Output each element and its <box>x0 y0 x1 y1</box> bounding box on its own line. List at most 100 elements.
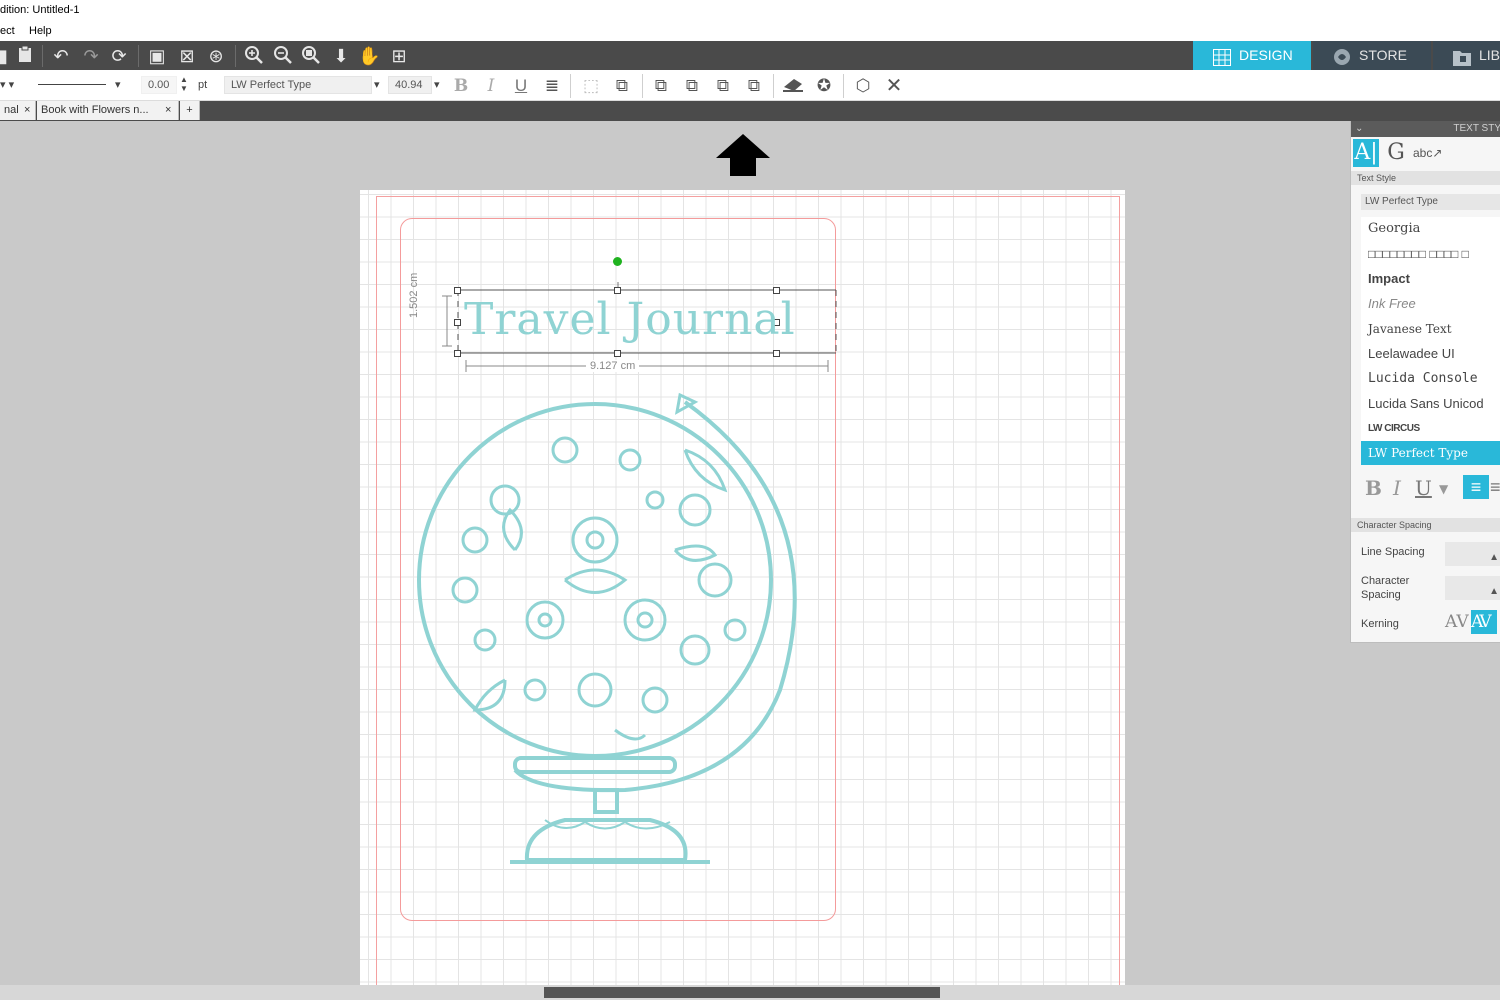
tab-design[interactable]: DESIGN <box>1193 41 1311 70</box>
font-name-field[interactable]: LW Perfect Type <box>224 76 372 94</box>
align-center-icon[interactable]: ≡ <box>1490 475 1500 499</box>
align-left-icon[interactable]: ≡ <box>1463 475 1489 499</box>
font-item-impact[interactable]: Impact <box>1361 267 1500 291</box>
eraser-icon[interactable] <box>782 75 804 97</box>
resize-handle-top[interactable] <box>614 287 621 294</box>
send-to-back-icon[interactable]: ⧉ <box>743 75 765 97</box>
line-style-chevron-down-icon[interactable]: ▾ <box>115 78 121 91</box>
resize-handle-bottom-right[interactable] <box>773 350 780 357</box>
line-style-preview[interactable] <box>38 84 106 85</box>
star-shape-icon[interactable]: ✪ <box>813 75 835 97</box>
stepper-up-icon[interactable]: ▲ <box>1489 552 1499 563</box>
close-icon[interactable]: × <box>165 101 171 120</box>
text-path-tab-icon[interactable]: abc↗ <box>1413 139 1442 167</box>
font-item-javanese-text[interactable]: Javanese Text <box>1361 317 1500 341</box>
collapse-chevron-icon[interactable]: ⌄ <box>1355 121 1363 137</box>
scrollbar-thumb[interactable] <box>544 987 940 998</box>
stepper-up-icon[interactable]: ▲ <box>1489 586 1499 597</box>
text-style-tab-icon[interactable]: A| <box>1353 139 1379 167</box>
select-all-icon[interactable]: ⊛ <box>205 45 227 67</box>
travel-journal-text[interactable]: Travel Journal <box>464 294 796 345</box>
add-page-icon[interactable]: ⊞ <box>388 45 410 67</box>
line-spacing-stepper[interactable]: ▲ <box>1445 542 1500 566</box>
font-search-field[interactable]: LW Perfect Type <box>1361 194 1500 210</box>
glyph-tab-icon[interactable]: G <box>1383 139 1409 167</box>
font-item-lucida-console[interactable]: Lucida Console <box>1361 367 1500 391</box>
menu-bar: ect Help <box>0 22 1500 42</box>
character-spacing-stepper[interactable]: ▲ <box>1445 576 1500 600</box>
crop-icon[interactable]: ⬚ <box>580 75 602 97</box>
window-title: dition: Untitled-1 <box>0 4 80 16</box>
transform-icon[interactable]: ⧉ <box>611 75 633 97</box>
toolbar-separator <box>773 74 774 98</box>
clipboard-icon[interactable] <box>14 45 36 67</box>
document-tabs: nal × Book with Flowers n... × + <box>0 101 1500 121</box>
bring-to-front-icon[interactable]: ⧉ <box>712 75 734 97</box>
menu-help[interactable]: Help <box>29 25 52 37</box>
kerning-on-button[interactable]: AV <box>1471 610 1497 634</box>
resize-handle-bottom[interactable] <box>614 350 621 357</box>
zoom-fit-icon[interactable] <box>300 45 322 67</box>
kerning-off-button[interactable]: AV <box>1445 610 1471 634</box>
zoom-out-icon[interactable] <box>272 45 294 67</box>
align-left-icon[interactable]: ≣ <box>541 75 563 97</box>
italic-icon[interactable]: I <box>480 75 502 97</box>
add-tab-icon[interactable]: + <box>180 101 200 120</box>
unit-label: pt <box>198 79 208 91</box>
group-icon[interactable]: ▣ <box>146 45 168 67</box>
underline-icon[interactable]: U <box>1415 476 1432 500</box>
line-spacing-label: Line Spacing <box>1361 546 1425 558</box>
font-item-lw-perfect-type[interactable]: LW Perfect Type <box>1361 441 1500 465</box>
font-item-unknown[interactable]: □□□□□□□□ □□□□ □ <box>1361 242 1500 266</box>
close-icon[interactable]: × <box>24 101 30 120</box>
redo-icon[interactable]: ↷ <box>80 45 102 67</box>
pan-hand-icon[interactable]: ✋ <box>358 45 380 67</box>
tab-library[interactable]: LIB <box>1433 41 1500 70</box>
font-size-chevron-down-icon[interactable]: ▾ <box>434 78 440 91</box>
refresh-icon[interactable]: ⟳ <box>108 45 130 67</box>
doc-tab-2[interactable]: Book with Flowers n... × <box>37 101 179 120</box>
font-item-lucida-sans-unicode[interactable]: Lucida Sans Unicod <box>1361 392 1500 416</box>
tab-store[interactable]: STORE <box>1313 41 1431 70</box>
text-options-toolbar: ▾ ▾ ▾ 0.00 ▲ ▼ pt LW Perfect Type ▾ 40.94… <box>0 70 1500 101</box>
font-item-georgia[interactable]: Georgia <box>1361 217 1500 241</box>
font-item-ink-free[interactable]: Ink Free <box>1361 292 1500 316</box>
move-down-icon[interactable]: ⬇ <box>330 45 352 67</box>
bold-icon[interactable]: B <box>450 75 472 97</box>
toolbar-separator <box>642 74 643 98</box>
line-weight-stepper[interactable]: ▲ ▼ <box>180 75 188 93</box>
undo-icon[interactable]: ↶ <box>50 45 72 67</box>
resize-handle-bottom-left[interactable] <box>454 350 461 357</box>
font-item-leelawadee-ui[interactable]: Leelawadee UI <box>1361 342 1500 366</box>
resize-handle-left[interactable] <box>454 319 461 326</box>
horizontal-scrollbar[interactable] <box>0 985 1500 1000</box>
rotate-handle[interactable] <box>613 257 622 266</box>
font-item-lw-circus[interactable]: LW CIRCUS <box>1361 417 1500 441</box>
menu-object[interactable]: ect <box>0 25 15 37</box>
3d-box-icon[interactable]: ⬡ <box>852 75 874 97</box>
bold-icon[interactable]: B <box>1365 476 1382 500</box>
grid-icon <box>1213 47 1231 66</box>
cutting-mat-page[interactable]: Travel Journal 9.127 cm 1.502 cm <box>360 190 1125 996</box>
floral-globe-artwork[interactable] <box>415 390 825 870</box>
line-style-dropdown-arrow[interactable]: ▾ ▾ <box>0 78 14 91</box>
bring-forward-icon[interactable]: ⧉ <box>650 75 672 97</box>
send-backward-icon[interactable]: ⧉ <box>681 75 703 97</box>
main-toolbar: ▮ ↶ ↷ ⟳ ▣ ⊠ ⊛ ⬇ ✋ ⊞ DESIGN STORE LIB <box>0 41 1500 70</box>
resize-handle-top-right[interactable] <box>773 287 780 294</box>
store-icon <box>1333 47 1351 65</box>
resize-handle-top-left[interactable] <box>454 287 461 294</box>
underline-icon[interactable]: U <box>510 75 532 97</box>
toolbar-separator <box>570 74 571 98</box>
zoom-in-icon[interactable] <box>243 45 265 67</box>
line-weight-input[interactable]: 0.00 <box>141 76 177 94</box>
font-name-chevron-down-icon[interactable]: ▾ <box>374 78 380 91</box>
underline-chevron-down-icon[interactable]: ▼ <box>1439 482 1448 496</box>
font-list[interactable]: Georgia □□□□□□□□ □□□□ □ Impact Ink Free … <box>1361 217 1500 465</box>
font-size-field[interactable]: 40.94 <box>388 76 432 94</box>
italic-icon[interactable]: I <box>1393 476 1401 500</box>
doc-tab-1[interactable]: nal × <box>0 101 36 120</box>
deselect-icon[interactable]: ⊠ <box>176 45 198 67</box>
close-icon[interactable]: ✕ <box>883 75 905 97</box>
save-icon[interactable]: ▮ <box>0 45 14 67</box>
